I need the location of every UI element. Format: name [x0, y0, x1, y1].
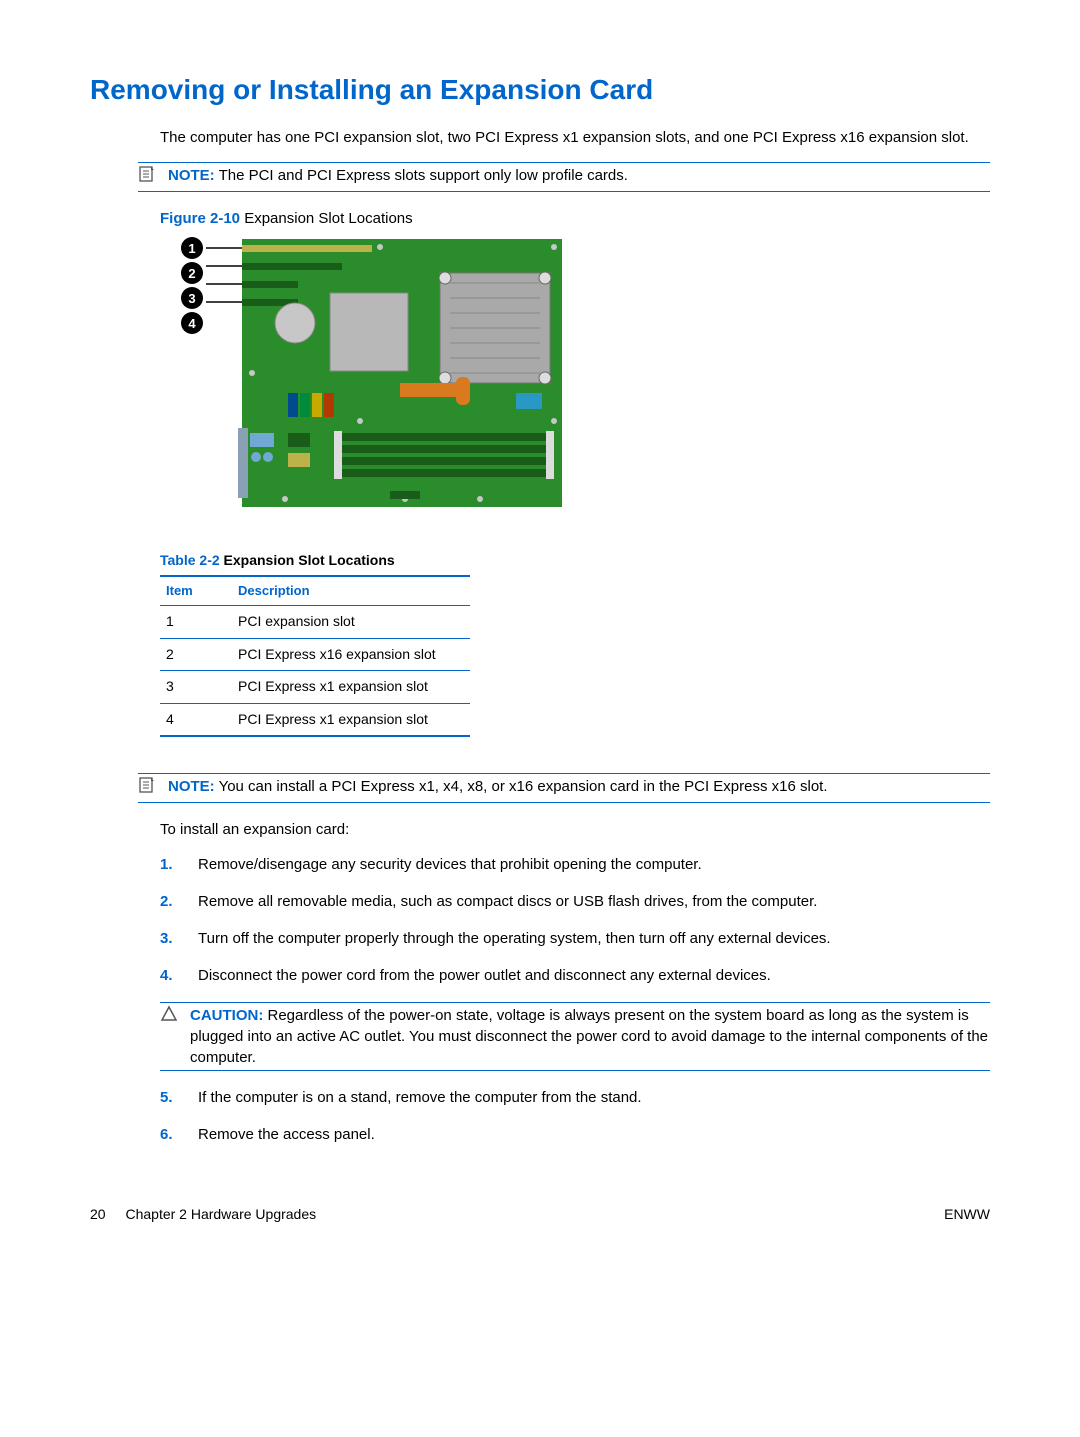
step-text: Disconnect the power cord from the power…: [198, 965, 990, 986]
step-number: 1.: [160, 854, 184, 875]
note-icon: [138, 165, 160, 189]
step-number: 3.: [160, 928, 184, 949]
cell-item: 3: [160, 671, 232, 704]
note-icon: [138, 776, 160, 800]
svg-text:1: 1: [188, 241, 195, 256]
step-item: 5. If the computer is on a stand, remove …: [160, 1087, 990, 1108]
cell-desc: PCI expansion slot: [232, 605, 470, 638]
step-item: 3. Turn off the computer properly through…: [160, 928, 990, 949]
install-steps: 1. Remove/disengage any security devices …: [160, 854, 990, 1145]
step-text: Remove the access panel.: [198, 1124, 990, 1145]
table-row: 3PCI Express x1 expansion slot: [160, 671, 470, 704]
svg-text:4: 4: [188, 316, 196, 331]
svg-text:3: 3: [188, 291, 195, 306]
note-2: NOTE: You can install a PCI Express x1, …: [168, 776, 990, 797]
note-1: NOTE: The PCI and PCI Express slots supp…: [168, 165, 990, 186]
cell-item: 4: [160, 703, 232, 736]
caution-label: CAUTION:: [190, 1007, 263, 1024]
note-label: NOTE:: [168, 778, 215, 795]
step-number: 6.: [160, 1124, 184, 1145]
step-text: Remove all removable media, such as comp…: [198, 891, 990, 912]
step-item: 4. Disconnect the power cord from the pow…: [160, 965, 990, 986]
step-number: 5.: [160, 1087, 184, 1108]
cell-desc: PCI Express x1 expansion slot: [232, 671, 470, 704]
note-label: NOTE:: [168, 167, 215, 184]
svg-text:2: 2: [188, 266, 195, 281]
step-text: Remove/disengage any security devices th…: [198, 854, 990, 875]
table-header-desc: Description: [232, 576, 470, 606]
figure-title: Expansion Slot Locations: [244, 210, 412, 227]
caution-content: CAUTION: Regardless of the power-on stat…: [190, 1005, 990, 1068]
motherboard-illustration: 1 2 3 4: [160, 233, 570, 513]
figure-number: Figure 2-10: [160, 210, 240, 227]
table-number: Table 2-2: [160, 552, 220, 568]
cell-desc: PCI Express x1 expansion slot: [232, 703, 470, 736]
step-text: If the computer is on a stand, remove th…: [198, 1087, 990, 1108]
page-heading: Removing or Installing an Expansion Card: [90, 70, 990, 109]
caution-block: CAUTION: Regardless of the power-on stat…: [160, 1002, 990, 1071]
step-number: 2.: [160, 891, 184, 912]
table-title: Expansion Slot Locations: [224, 552, 395, 568]
chapter-label: Chapter 2 Hardware Upgrades: [125, 1206, 316, 1222]
caution-text: Regardless of the power-on state, voltag…: [190, 1007, 988, 1066]
step-text: Turn off the computer properly through t…: [198, 928, 990, 949]
table-row: 2PCI Express x16 expansion slot: [160, 638, 470, 671]
intro-text: The computer has one PCI expansion slot,…: [160, 127, 990, 148]
install-lead: To install an expansion card:: [160, 819, 990, 840]
page-number: 20: [90, 1206, 106, 1222]
step-item: 6. Remove the access panel.: [160, 1124, 990, 1145]
step-item: 2. Remove all removable media, such as co…: [160, 891, 990, 912]
caution-icon: [160, 1005, 182, 1068]
footer-right: ENWW: [944, 1205, 990, 1225]
expansion-slot-table: Item Description 1PCI expansion slot2PCI…: [160, 575, 470, 738]
figure-caption: Figure 2-10 Expansion Slot Locations: [160, 208, 990, 229]
step-number: 4.: [160, 965, 184, 986]
cell-item: 1: [160, 605, 232, 638]
table-row: 1PCI expansion slot: [160, 605, 470, 638]
table-header-item: Item: [160, 576, 232, 606]
table-caption: Table 2-2 Expansion Slot Locations: [160, 551, 990, 571]
table-row: 4PCI Express x1 expansion slot: [160, 703, 470, 736]
note-text: The PCI and PCI Express slots support on…: [219, 167, 628, 184]
page-footer: 20 Chapter 2 Hardware Upgrades ENWW: [90, 1205, 990, 1225]
cell-item: 2: [160, 638, 232, 671]
step-item: 1. Remove/disengage any security devices …: [160, 854, 990, 875]
note-text: You can install a PCI Express x1, x4, x8…: [219, 778, 828, 795]
cell-desc: PCI Express x16 expansion slot: [232, 638, 470, 671]
